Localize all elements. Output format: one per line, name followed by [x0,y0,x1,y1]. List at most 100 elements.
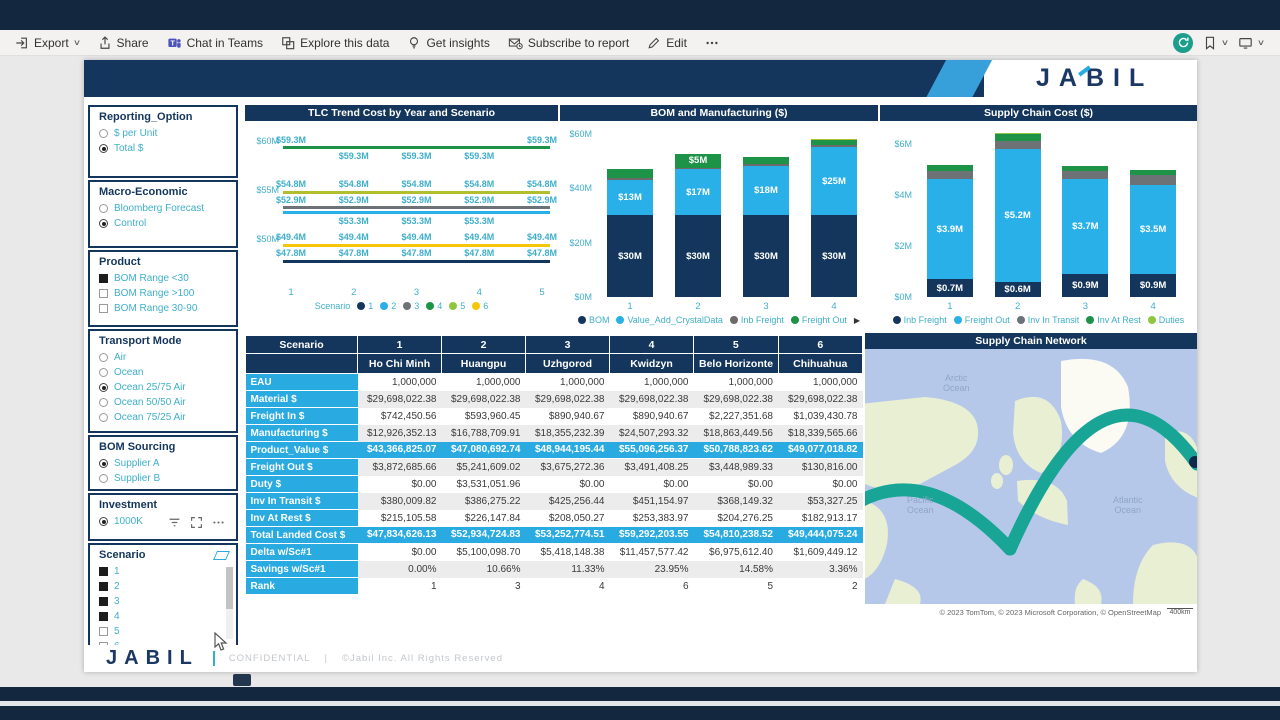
bar-segment-bom[interactable]: $30M [675,215,721,297]
cell-value[interactable]: $2,227,351.68 [694,408,779,425]
cell-value[interactable]: $29,698,022.38 [526,391,610,408]
toolbar-item-share[interactable]: Share [89,30,158,56]
filter-option-per-unit[interactable]: $ per Unit [99,126,230,141]
location-header[interactable]: Huangpu [442,354,526,374]
checkbox-icon[interactable] [99,582,108,591]
legend-item-5[interactable]: 5 [449,301,465,311]
cell-value[interactable]: $18,355,232.39 [526,425,610,442]
cell-value[interactable]: $29,698,022.38 [694,391,779,408]
cell-value[interactable]: 1,000,000 [442,374,526,391]
cell-value[interactable]: 3 [442,578,526,595]
cell-value[interactable]: $5,241,609.02 [442,459,526,476]
legend-item-freight-out[interactable]: Freight Out [954,315,1010,325]
scrollbar[interactable] [226,567,233,639]
cell-value[interactable]: $182,913.17 [778,510,863,527]
filter-option-3[interactable]: 3 [99,594,230,609]
filter-icon[interactable] [168,516,181,529]
cell-value[interactable]: 0.00% [358,561,442,578]
legend-item-freight-out[interactable]: Freight Out [791,315,847,325]
location-header[interactable]: Chihuahua [778,354,863,374]
bar-segment-inb-freight[interactable]: $0.6M [995,282,1041,297]
table-row-rank[interactable]: Rank134652 [246,578,863,595]
cell-value[interactable]: 2 [778,578,863,595]
cell-value[interactable]: $130,816.00 [778,459,863,476]
cell-value[interactable]: 1,000,000 [358,374,442,391]
stacked-bar-1[interactable]: $0.7M$3.9M [927,127,973,297]
filter-option-ocean[interactable]: Ocean [99,365,230,380]
location-header[interactable]: Uzhgorod [526,354,610,374]
filter-option-bom-range-100[interactable]: BOM Range >100 [99,286,230,301]
bar-segment-freight-out[interactable]: $5M [675,154,721,168]
legend-item-3[interactable]: 3 [403,301,419,311]
cell-value[interactable]: 6 [610,578,694,595]
bar-segment-value-add-crystaldata[interactable]: $18M [743,166,789,215]
cell-value[interactable]: 3.36% [778,561,863,578]
trend-line-scenario-3[interactable] [283,206,550,209]
checkbox-icon[interactable] [99,567,108,576]
bar-segment-inv-in-transit[interactable] [995,141,1041,149]
cell-value[interactable]: $52,934,724.83 [442,527,526,544]
cell-value[interactable]: 1,000,000 [694,374,779,391]
cell-value[interactable]: $742,450.56 [358,408,442,425]
cell-value[interactable]: $0.00 [358,544,442,561]
bar-segment-inv-in-transit[interactable] [1062,171,1108,179]
cell-value[interactable]: $59,292,203.55 [610,527,694,544]
location-header[interactable]: Belo Horizonte [694,354,779,374]
checkbox-icon[interactable] [99,274,108,283]
table-row-total-landed-cost[interactable]: Total Landed Cost $$47,834,626.13$52,934… [246,527,863,544]
cell-value[interactable]: $47,834,626.13 [358,527,442,544]
cell-value[interactable]: $386,275.22 [442,493,526,510]
cell-value[interactable]: 1,000,000 [526,374,610,391]
table-row-manufacturing[interactable]: Manufacturing $$12,926,352.13$16,788,709… [246,425,863,442]
bom-manufacturing-chart[interactable]: BOM and Manufacturing ($)$60M$40M$20M$0M… [560,105,878,330]
cell-value[interactable]: $1,609,449.12 [778,544,863,561]
legend-item-value-add-crystaldata[interactable]: Value_Add_CrystalData [616,315,722,325]
filter-option-4[interactable]: 4 [99,609,230,624]
cell-value[interactable]: $3,448,989.33 [694,459,779,476]
stacked-bar-4[interactable]: $0.9M$3.5M [1130,127,1176,297]
cell-value[interactable]: $215,105.58 [358,510,442,527]
toolbar-view-button[interactable]: ∨ [1238,30,1264,56]
cell-value[interactable]: 4 [526,578,610,595]
radio-icon[interactable] [99,398,108,407]
location-header[interactable]: Kwidzyn [610,354,694,374]
row-label[interactable]: Inv At Rest $ [246,510,358,527]
bar-segment-inb-freight[interactable]: $0.9M [1062,274,1108,297]
bar-segment-inv-at-rest[interactable] [995,134,1041,141]
supply-chain-cost-chart[interactable]: Supply Chain Cost ($)$6M$4M$2M$0M$0.7M$3… [880,105,1197,330]
scenario-number-header[interactable]: 2 [442,336,526,354]
bar-segment-freight-out[interactable]: $3.5M [1130,185,1176,274]
stacked-bar-2[interactable]: $0.6M$5.2M [995,127,1041,297]
legend-item-inv-in-transit[interactable]: Inv In Transit [1017,315,1080,325]
checkbox-icon[interactable] [99,304,108,313]
radio-icon[interactable] [99,517,108,526]
toolbar-item-chat-in-teams[interactable]: TChat in Teams [158,30,272,56]
cell-value[interactable]: 5 [694,578,779,595]
cell-value[interactable]: $208,050.27 [526,510,610,527]
bar-segment-bom[interactable]: $30M [607,215,653,297]
cell-value[interactable]: $0.00 [526,476,610,493]
table-row-freight-in[interactable]: Freight In $$742,450.56$593,960.45$890,9… [246,408,863,425]
cell-value[interactable]: $18,339,565.66 [778,425,863,442]
stacked-bar-3[interactable]: $30M$18M [743,127,789,297]
stacked-bar-3[interactable]: $0.9M$3.7M [1062,127,1108,297]
row-label[interactable]: EAU [246,374,358,391]
legend-item-bom[interactable]: BOM [578,315,610,325]
cell-value[interactable]: $6,975,612.40 [694,544,779,561]
focus-mode-icon[interactable] [190,516,203,529]
filter-option-5[interactable]: 5 [99,624,230,639]
filter-option-total[interactable]: Total $ [99,141,230,156]
filter-option-bom-range-30-90[interactable]: BOM Range 30-90 [99,301,230,316]
toolbar-item-export[interactable]: Export∨ [6,30,89,56]
table-row-freight-out[interactable]: Freight Out $$3,872,685.66$5,241,609.02$… [246,459,863,476]
row-label[interactable]: Total Landed Cost $ [246,527,358,544]
filter-option-control[interactable]: Control [99,216,230,231]
cell-value[interactable]: $24,507,293.32 [610,425,694,442]
toolbar-refresh-button[interactable] [1173,30,1193,56]
trend-line-scenario-1[interactable] [283,260,550,263]
cell-value[interactable]: $3,872,685.66 [358,459,442,476]
cell-value[interactable]: 1,000,000 [610,374,694,391]
bar-segment-bom[interactable]: $30M [743,215,789,297]
cell-value[interactable]: $3,675,272.36 [526,459,610,476]
legend-item-1[interactable]: 1 [357,301,373,311]
